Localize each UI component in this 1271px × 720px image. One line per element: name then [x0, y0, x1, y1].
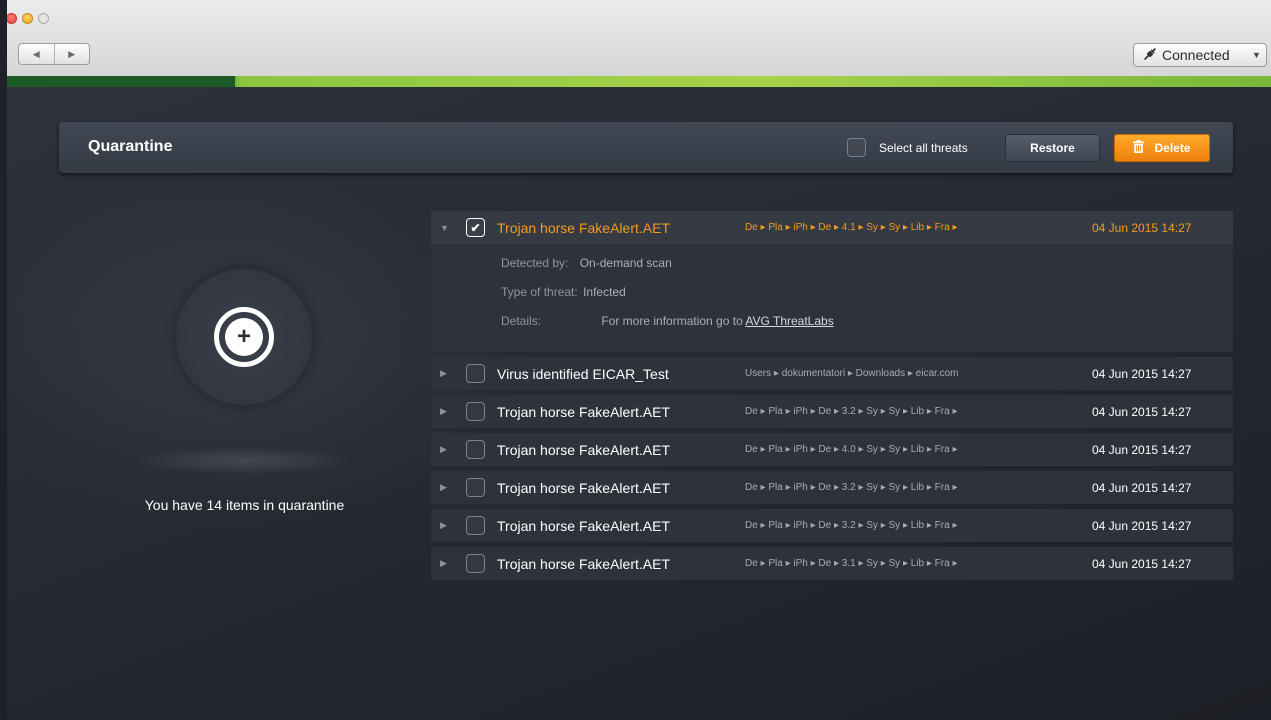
threat-date: 04 Jun 2015 14:27 — [1092, 518, 1192, 533]
threat-path: De ▸ Pla ▸ iPh ▸ De ▸ 4.1 ▸ Sy ▸ Sy ▸ Li… — [745, 222, 958, 233]
expand-triangle-icon[interactable]: ▶ — [440, 520, 450, 531]
threat-name: Trojan horse FakeAlert.AET — [497, 555, 670, 572]
accent-bar — [7, 76, 1271, 87]
expand-triangle-icon[interactable]: ▶ — [440, 444, 450, 455]
threat-checkbox[interactable] — [466, 554, 485, 573]
threat-name: Virus identified EICAR_Test — [497, 365, 669, 382]
app-window: ◀ ▶ Connected ▼ Quarantine Select all th… — [7, 0, 1271, 720]
threat-path: De ▸ Pla ▸ iPh ▸ De ▸ 3.2 ▸ Sy ▸ Sy ▸ Li… — [745, 406, 958, 417]
select-all-label: Select all threats — [879, 140, 968, 155]
threat-date: 04 Jun 2015 14:27 — [1092, 404, 1192, 419]
threat-checkbox[interactable] — [466, 364, 485, 383]
threat-type-label: Type of threat: — [501, 285, 578, 299]
back-icon[interactable]: ◀ — [19, 44, 54, 64]
checkmark-icon: ✔ — [470, 220, 481, 235]
threat-row[interactable]: ▶ Virus identified EICAR_Test Users ▸ do… — [431, 357, 1233, 390]
threat-row[interactable]: ▶ Trojan horse FakeAlert.AET De ▸ Pla ▸ … — [431, 471, 1233, 504]
threat-type-value: Infected — [583, 285, 626, 299]
details-row: Details: For more information go to AVG … — [501, 314, 834, 328]
threat-list: ▼ ✔ Trojan horse FakeAlert.AET De ▸ Pla … — [431, 211, 1233, 585]
expand-triangle-icon[interactable]: ▶ — [440, 482, 450, 493]
threat-checkbox[interactable] — [466, 440, 485, 459]
connection-status-label: Connected — [1162, 47, 1230, 63]
threat-checkbox[interactable] — [466, 478, 485, 497]
threat-date: 04 Jun 2015 14:27 — [1092, 480, 1192, 495]
zoom-window-button[interactable] — [38, 13, 49, 24]
quarantine-count: You have 14 items in quarantine — [144, 497, 345, 513]
select-all-checkbox[interactable] — [847, 138, 866, 157]
chevron-down-icon: ▼ — [1252, 50, 1261, 60]
threat-date: 04 Jun 2015 14:27 — [1092, 220, 1192, 235]
threat-name: Trojan horse FakeAlert.AET — [497, 479, 670, 496]
threatlabs-link[interactable]: AVG ThreatLabs — [745, 314, 833, 328]
delete-button[interactable]: Delete — [1114, 134, 1210, 162]
threat-date: 04 Jun 2015 14:27 — [1092, 442, 1192, 457]
restore-button[interactable]: Restore — [1005, 134, 1100, 162]
threat-path: De ▸ Pla ▸ iPh ▸ De ▸ 3.1 ▸ Sy ▸ Sy ▸ Li… — [745, 558, 958, 569]
threat-path: De ▸ Pla ▸ iPh ▸ De ▸ 4.0 ▸ Sy ▸ Sy ▸ Li… — [745, 444, 958, 455]
detected-by-value: On-demand scan — [579, 256, 672, 270]
details-text: For more information go to — [601, 314, 743, 328]
expand-triangle-icon[interactable]: ▼ — [440, 223, 450, 233]
trash-icon — [1133, 140, 1145, 156]
threat-checkbox[interactable] — [466, 516, 485, 535]
close-window-button[interactable] — [7, 13, 17, 24]
page-title: Quarantine — [88, 138, 173, 155]
threat-name: Trojan horse FakeAlert.AET — [497, 403, 670, 420]
quarantine-graphic: + — [176, 269, 312, 405]
expand-triangle-icon[interactable]: ▶ — [440, 558, 450, 569]
detected-by-row: Detected by: On-demand scan — [501, 256, 672, 270]
title-bar: ◀ ▶ Connected ▼ — [7, 0, 1271, 77]
details-label: Details: — [501, 314, 542, 328]
quarantine-header: Quarantine Select all threats Restore De… — [59, 122, 1233, 173]
threat-checkbox[interactable]: ✔ — [466, 218, 485, 237]
threat-date: 04 Jun 2015 14:27 — [1092, 556, 1192, 571]
expand-triangle-icon[interactable]: ▶ — [440, 406, 450, 417]
threat-name: Trojan horse FakeAlert.AET — [497, 517, 670, 534]
select-all-threats[interactable]: Select all threats — [847, 138, 968, 157]
navigation-buttons: ◀ ▶ — [18, 43, 90, 65]
threat-type-row: Type of threat: Infected — [501, 285, 626, 299]
threat-path: De ▸ Pla ▸ iPh ▸ De ▸ 3.2 ▸ Sy ▸ Sy ▸ Li… — [745, 482, 958, 493]
minimize-window-button[interactable] — [22, 13, 33, 24]
graphic-shadow — [131, 447, 357, 475]
threat-name: Trojan horse FakeAlert.AET — [497, 219, 670, 236]
threat-date: 04 Jun 2015 14:27 — [1092, 366, 1192, 381]
forward-icon[interactable]: ▶ — [53, 44, 90, 64]
threat-row[interactable]: ▶ Trojan horse FakeAlert.AET De ▸ Pla ▸ … — [431, 547, 1233, 580]
add-icon: + — [214, 307, 274, 367]
threat-row[interactable]: ▶ Trojan horse FakeAlert.AET De ▸ Pla ▸ … — [431, 395, 1233, 428]
expand-triangle-icon[interactable]: ▶ — [440, 368, 450, 379]
threat-row[interactable]: ▶ Trojan horse FakeAlert.AET De ▸ Pla ▸ … — [431, 509, 1233, 542]
threat-path: Users ▸ dokumentatori ▸ Downloads ▸ eica… — [745, 368, 959, 379]
threat-path: De ▸ Pla ▸ iPh ▸ De ▸ 3.2 ▸ Sy ▸ Sy ▸ Li… — [745, 520, 958, 531]
restore-button-label: Restore — [1030, 141, 1075, 155]
threat-row-expanded[interactable]: ▼ ✔ Trojan horse FakeAlert.AET De ▸ Pla … — [431, 211, 1233, 244]
threat-row[interactable]: ▶ Trojan horse FakeAlert.AET De ▸ Pla ▸ … — [431, 433, 1233, 466]
main-content: Quarantine Select all threats Restore De… — [7, 87, 1271, 720]
threat-details: Detected by: On-demand scan Type of thre… — [431, 244, 1233, 352]
delete-button-label: Delete — [1154, 141, 1191, 155]
threat-checkbox[interactable] — [466, 402, 485, 421]
plug-icon — [1142, 46, 1158, 65]
detected-by-label: Detected by: — [501, 256, 569, 270]
threat-name: Trojan horse FakeAlert.AET — [497, 441, 670, 458]
connection-status-dropdown[interactable]: Connected ▼ — [1133, 43, 1267, 67]
